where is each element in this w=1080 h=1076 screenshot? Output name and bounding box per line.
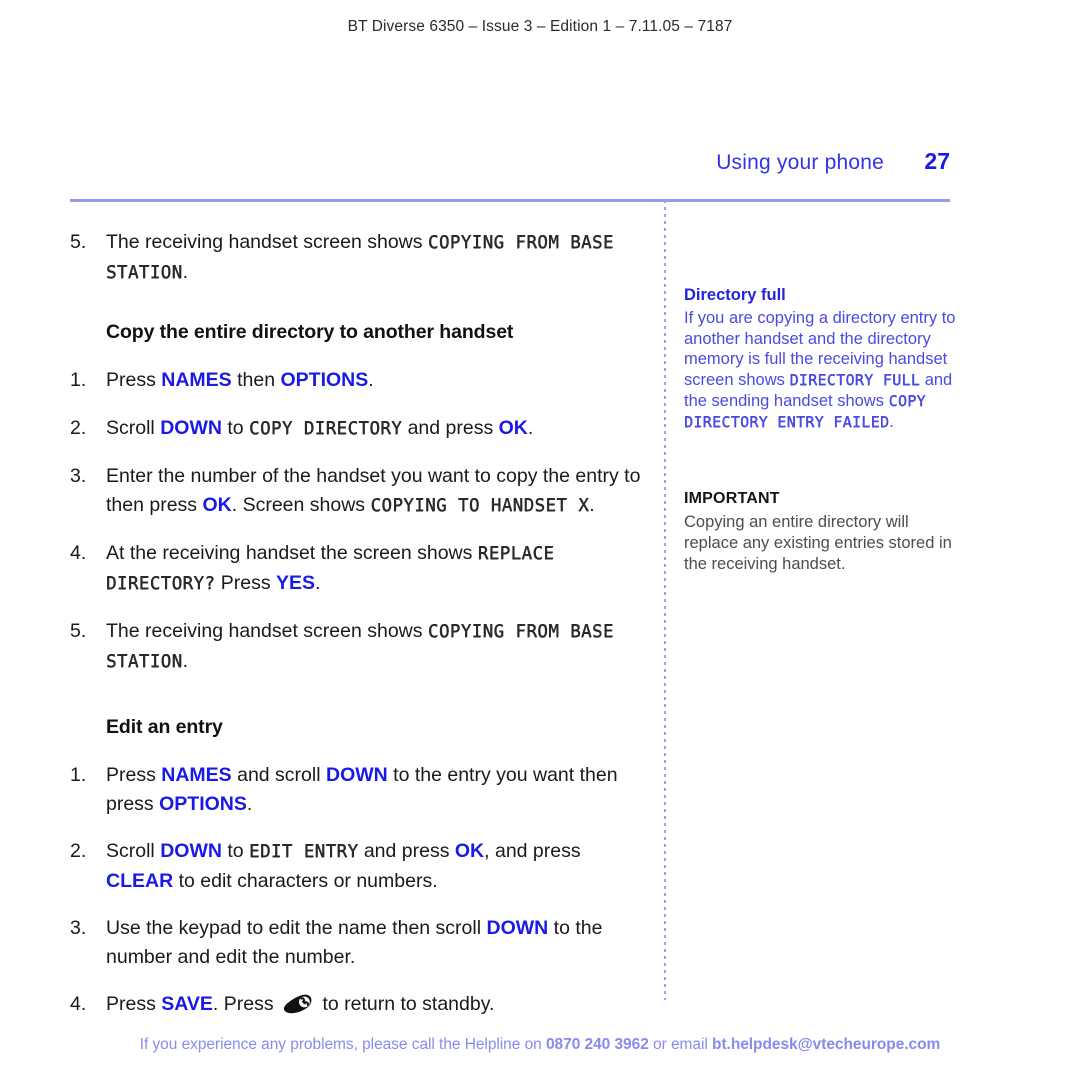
column-divider: [664, 200, 666, 1000]
step-text: and press: [358, 840, 455, 862]
key-down: DOWN: [325, 764, 388, 786]
heading-copy-entire-directory: Copy the entire directory to another han…: [106, 321, 514, 343]
step-number: 3.: [70, 917, 87, 939]
note-important: IMPORTANT Copying an entire directory wi…: [684, 488, 959, 574]
list-item: 3. Enter the number of the handset you wa…: [70, 462, 645, 520]
note-text-tail: .: [889, 412, 894, 431]
step-text-tail: .: [315, 571, 321, 594]
list-item: 4. Press SAVE. Press to return to standby…: [70, 990, 645, 1019]
header-divider-rule: [70, 199, 950, 202]
step-number: 1.: [70, 764, 87, 786]
key-ok: OK: [454, 840, 485, 862]
footer-email: bt.helpdesk@vtecheurope.com: [712, 1036, 941, 1053]
step-text: . Press: [212, 993, 280, 1015]
step-number: 2.: [70, 416, 87, 439]
list-item: 1. Press NAMES then OPTIONS.: [70, 366, 645, 395]
running-header: BT Diverse 6350 – Issue 3 – Edition 1 – …: [347, 18, 733, 35]
key-names: NAMES: [161, 764, 232, 786]
note-directory-full: Directory full If you are copying a dire…: [684, 284, 959, 432]
step-text: Press: [106, 764, 162, 786]
lcd-text: EDIT ENTRY: [249, 842, 359, 862]
step-text-tail: to edit characters or numbers.: [173, 869, 438, 892]
note-body: If you are copying a directory entry to …: [684, 308, 959, 432]
step-text: Press: [106, 369, 162, 391]
step-text-tail: .: [589, 493, 595, 516]
key-ok: OK: [498, 416, 528, 439]
list-item: 2. Scroll DOWN to EDIT ENTRY and press OK…: [70, 837, 645, 895]
copy-directory-step-list: 1. Press NAMES then OPTIONS. 2. Scroll DOW…: [70, 366, 645, 676]
step-text-tail: .: [527, 416, 534, 439]
step-number: 5.: [70, 231, 87, 253]
footer-helpline: If you experience any problems, please c…: [0, 1036, 1080, 1054]
step-text: Scroll: [106, 416, 161, 439]
sidebar-notes-column: Directory full If you are copying a dire…: [684, 228, 959, 602]
step-text: At the receiving handset the screen show…: [106, 542, 478, 564]
step-text: to: [221, 416, 250, 439]
key-options: OPTIONS: [280, 369, 369, 391]
step-text-tail: .: [368, 369, 374, 391]
page-header: Using your phone 27: [70, 148, 950, 175]
key-yes: YES: [276, 571, 316, 594]
footer-text: or email: [648, 1036, 713, 1053]
page-number: 27: [924, 148, 950, 174]
step-text: Press: [215, 571, 277, 594]
continued-step-list: 5. The receiving handset screen shows COP…: [70, 228, 645, 287]
step-text: Use the keypad to edit the name then scr…: [106, 917, 487, 939]
key-names: NAMES: [161, 369, 232, 391]
lcd-text: DIRECTORY FULL: [789, 371, 921, 390]
main-content-column: 5. The receiving handset screen shows COP…: [70, 228, 645, 1038]
sidebar-top-spacer: [684, 228, 959, 284]
key-save: SAVE: [161, 993, 213, 1015]
step-number: 4.: [70, 993, 87, 1015]
step-text-tail: .: [246, 792, 253, 815]
edit-entry-step-list: 1. Press NAMES and scroll DOWN to the ent…: [70, 761, 645, 1019]
list-item: 3. Use the keypad to edit the name then s…: [70, 914, 645, 971]
step-text: then: [231, 369, 281, 391]
footer-text: If you experience any problems, please c…: [139, 1036, 546, 1053]
step-text-tail: .: [182, 260, 188, 283]
footer-phone: 0870 240 3962: [545, 1036, 649, 1053]
step-number: 5.: [70, 620, 87, 642]
key-down: DOWN: [160, 416, 222, 439]
step-text-tail: .: [182, 649, 188, 672]
lcd-text: COPYING TO HANDSET X: [370, 495, 590, 516]
key-down: DOWN: [486, 917, 549, 939]
step-text: , and press: [484, 840, 581, 862]
step-text: and scroll: [231, 764, 326, 786]
step-text: The receiving handset screen shows: [106, 620, 428, 642]
list-item: 1. Press NAMES and scroll DOWN to the ent…: [70, 761, 645, 818]
step-number: 1.: [70, 369, 87, 391]
list-item: 5. The receiving handset screen shows COP…: [70, 617, 645, 676]
step-text: Press: [106, 993, 162, 1015]
list-item: 2. Scroll DOWN to COPY DIRECTORY and pres…: [70, 414, 645, 444]
step-text: . Screen shows: [231, 493, 371, 516]
step-number: 2.: [70, 840, 87, 862]
step-text: and press: [402, 416, 499, 439]
section-title: Using your phone: [716, 151, 884, 174]
step-text-tail: to return to standby.: [317, 993, 495, 1015]
list-item: 4. At the receiving handset the screen sh…: [70, 539, 645, 598]
list-item: 5. The receiving handset screen shows COP…: [70, 228, 645, 287]
step-number: 4.: [70, 542, 87, 564]
note-heading: Directory full: [684, 286, 786, 304]
step-number: 3.: [70, 465, 87, 487]
lcd-text: COPY DIRECTORY: [249, 418, 403, 439]
key-options: OPTIONS: [159, 792, 247, 815]
note-heading: IMPORTANT: [684, 490, 780, 508]
step-text: to: [221, 840, 250, 862]
heading-edit-an-entry: Edit an entry: [106, 716, 223, 738]
key-ok: OK: [202, 493, 232, 516]
key-clear: CLEAR: [106, 869, 174, 892]
step-text: The receiving handset screen shows: [106, 231, 428, 253]
key-down: DOWN: [160, 840, 222, 862]
note-body: Copying an entire directory will replace…: [684, 513, 952, 573]
handset-key-icon: [282, 991, 314, 1015]
step-text: Scroll: [106, 840, 161, 862]
